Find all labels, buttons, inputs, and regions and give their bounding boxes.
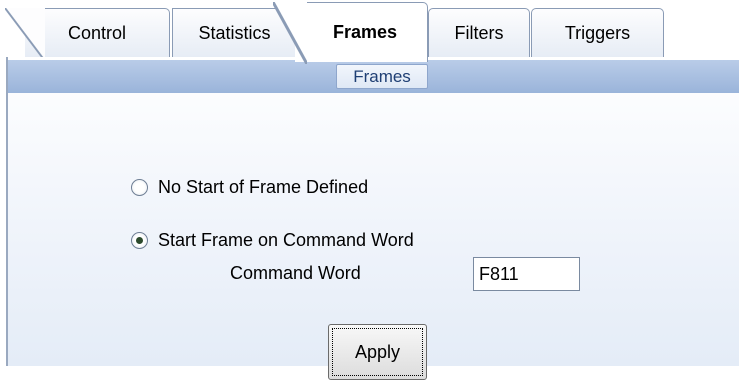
group-title: Frames [336, 64, 428, 89]
tab-frames[interactable]: Frames [273, 2, 428, 64]
tab-control-label: Control [67, 23, 127, 43]
command-word-input[interactable] [473, 257, 580, 291]
tab-triggers[interactable]: Triggers [531, 8, 664, 58]
frames-panel: Frames No Start of Frame Defined Start F… [6, 57, 739, 380]
no-start-radio[interactable] [131, 179, 148, 196]
tab-frames-label: Frames [332, 22, 398, 42]
no-start-option[interactable]: No Start of Frame Defined [131, 177, 368, 198]
tab-filters[interactable]: Filters [428, 8, 530, 58]
tab-filters-label: Filters [454, 23, 504, 43]
command-word-label: Command Word [230, 263, 361, 283]
tab-strip: Control Statistics Frames Filters Trigge… [0, 0, 739, 64]
tab-statistics-label: Statistics [198, 23, 271, 43]
apply-button[interactable]: Apply [328, 324, 427, 380]
tab-control[interactable]: Control [5, 8, 170, 61]
no-start-label: No Start of Frame Defined [158, 177, 369, 197]
tab-triggers-label: Triggers [564, 23, 631, 43]
start-on-command-label: Start Frame on Command Word [158, 230, 414, 250]
start-on-command-radio[interactable] [131, 232, 148, 249]
start-on-command-option[interactable]: Start Frame on Command Word [131, 230, 414, 251]
